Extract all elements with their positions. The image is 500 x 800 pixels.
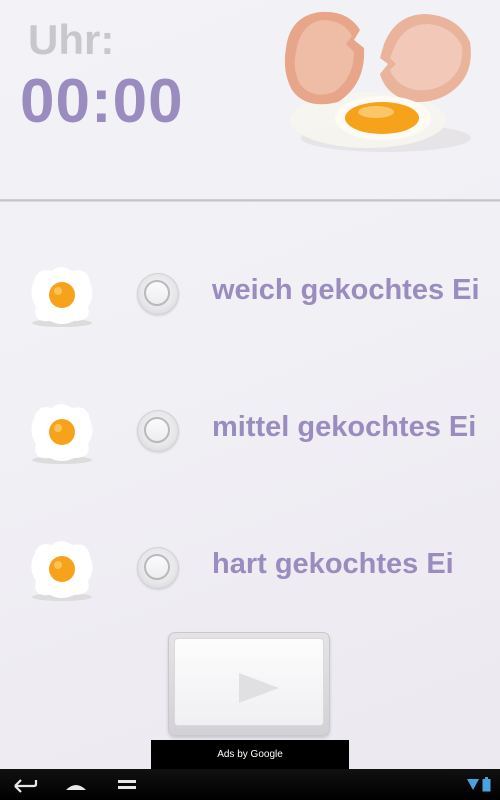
back-icon[interactable] — [12, 774, 38, 794]
option-row-soft[interactable]: weich gekochtes Ei — [0, 265, 500, 345]
clock-time: 00:00 — [20, 67, 184, 136]
option-label-medium[interactable]: mittel gekochtes Ei — [212, 411, 476, 444]
signal-icon — [467, 779, 479, 790]
home-icon[interactable] — [64, 774, 88, 794]
fried-egg-icon — [31, 267, 93, 327]
clock-label: Uhr: — [28, 16, 115, 63]
option-label-hard[interactable]: hart gekochtes Ei — [212, 548, 454, 581]
system-navigation-bar — [0, 769, 500, 800]
play-icon — [239, 673, 279, 703]
start-button-face — [174, 638, 324, 726]
divider — [0, 199, 500, 202]
fried-egg-icon — [31, 541, 93, 601]
option-row-medium[interactable]: mittel gekochtes Ei — [0, 402, 500, 482]
ad-banner[interactable]: Ads by Google — [151, 740, 349, 769]
option-label-soft[interactable]: weich gekochtes Ei — [212, 274, 480, 307]
radio-hard[interactable] — [137, 547, 179, 589]
radio-medium[interactable] — [137, 410, 179, 452]
start-button[interactable] — [168, 632, 330, 736]
cracked-egg-image — [284, 11, 471, 152]
option-row-hard[interactable]: hart gekochtes Ei — [0, 539, 500, 619]
fried-egg-icon — [31, 404, 93, 464]
recent-apps-icon[interactable] — [116, 774, 138, 794]
radio-soft[interactable] — [137, 273, 179, 315]
battery-icon — [482, 777, 491, 792]
